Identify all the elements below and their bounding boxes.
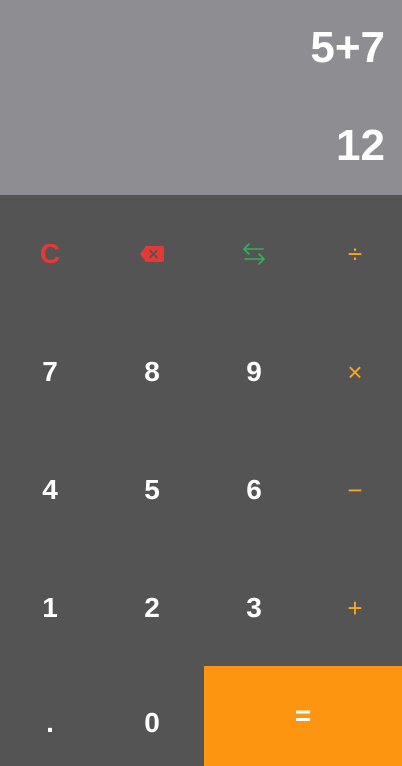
digit-8-button[interactable]: 8 (102, 313, 202, 431)
divide-button[interactable]: ÷ (305, 195, 402, 313)
calculator-app: 5+7 12 C ÷ 7 8 9 × 4 5 6 − 1 2 3 + . 0 = (0, 0, 402, 766)
digit-4-button[interactable]: 4 (0, 431, 100, 549)
digit-7-button[interactable]: 7 (0, 313, 100, 431)
display-panel: 5+7 12 (0, 0, 402, 195)
keypad: C ÷ 7 8 9 × 4 5 6 − 1 2 3 + . 0 = (0, 195, 402, 766)
digit-2-button[interactable]: 2 (102, 549, 202, 667)
equals-button[interactable]: = (204, 666, 402, 766)
result-display: 12 (336, 121, 385, 170)
digit-1-button[interactable]: 1 (0, 549, 100, 667)
digit-3-button[interactable]: 3 (204, 549, 304, 667)
backspace-icon (139, 245, 165, 263)
digit-5-button[interactable]: 5 (102, 431, 202, 549)
plus-button[interactable]: + (305, 549, 402, 667)
expression-display: 5+7 (310, 23, 385, 72)
clear-button[interactable]: C (0, 195, 100, 313)
decimal-button[interactable]: . (0, 666, 100, 766)
digit-6-button[interactable]: 6 (204, 431, 304, 549)
digit-9-button[interactable]: 9 (204, 313, 304, 431)
digit-0-button[interactable]: 0 (102, 666, 202, 766)
swap-arrows-icon (241, 241, 267, 267)
swap-button[interactable] (204, 195, 304, 313)
multiply-button[interactable]: × (305, 313, 402, 431)
backspace-button[interactable] (102, 195, 202, 313)
minus-button[interactable]: − (305, 431, 402, 549)
